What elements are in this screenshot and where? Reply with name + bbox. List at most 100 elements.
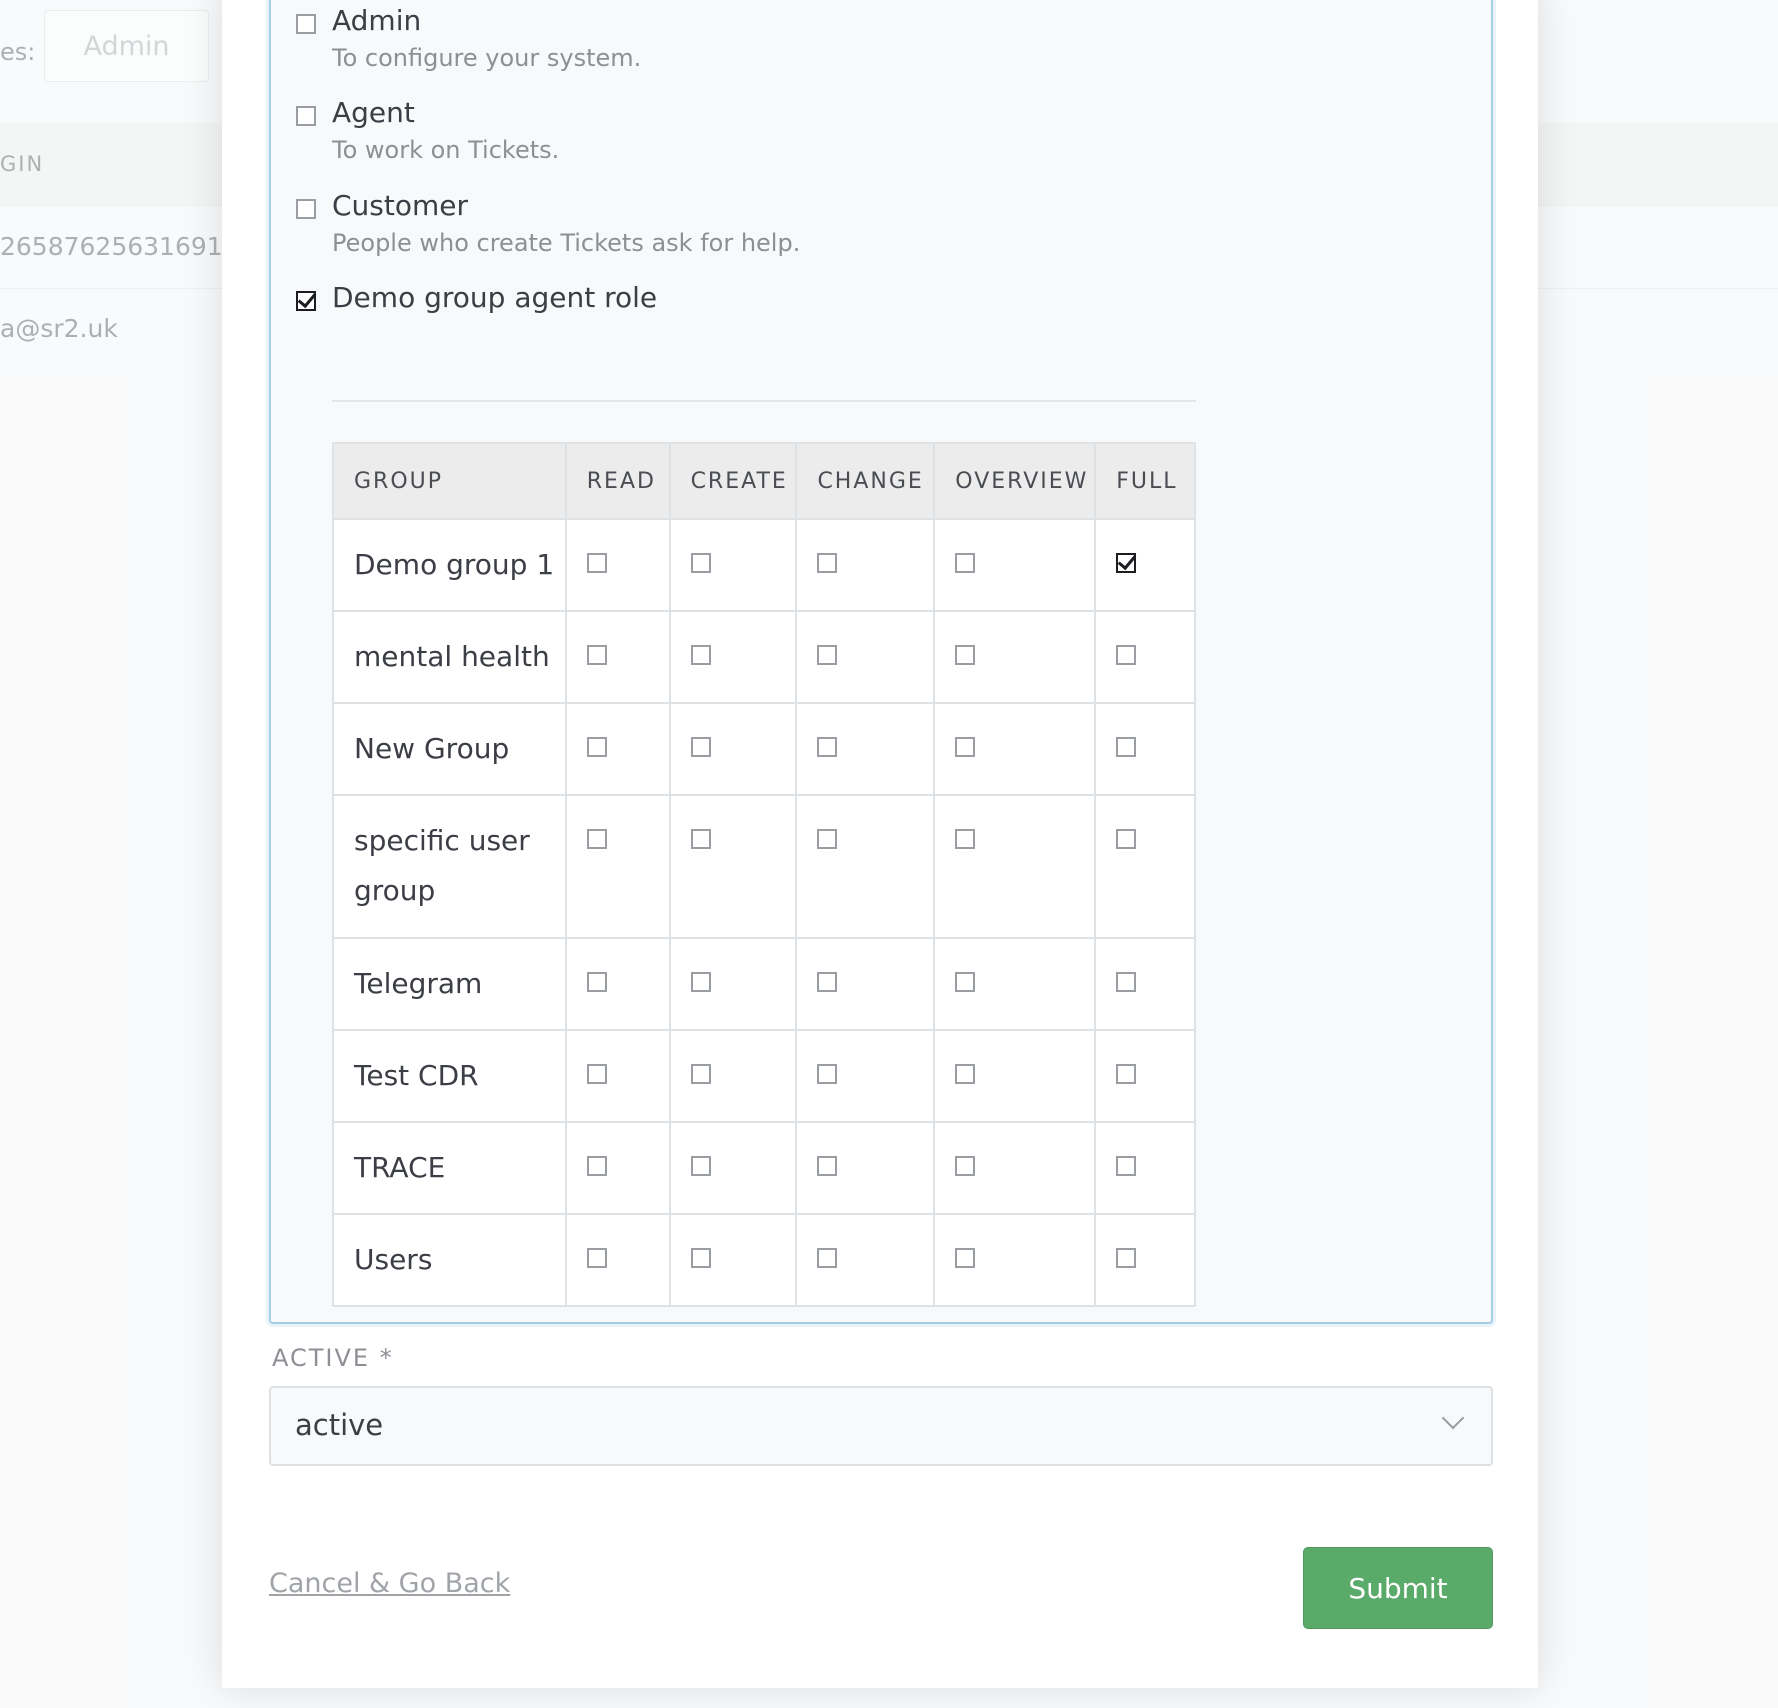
column-header-read: READ [564, 442, 671, 520]
group-permissions-table: GROUP READ CREATE CHANGE OVERVIEW FULL D… [332, 442, 1196, 1307]
checkbox-icon[interactable] [1116, 1247, 1137, 1268]
permission-cell-create [668, 610, 798, 704]
role-description: To work on Tickets. [332, 136, 560, 164]
role-name: Demo group agent role [332, 281, 658, 314]
cancel-link[interactable]: Cancel & Go Back [269, 1568, 510, 1599]
checkbox-icon[interactable] [690, 1247, 711, 1268]
checkbox-icon[interactable] [586, 736, 607, 757]
checkbox-icon[interactable] [296, 106, 316, 126]
permission-cell-change [795, 1029, 936, 1123]
permission-cell-full [1094, 1213, 1196, 1307]
checkbox-icon[interactable] [296, 291, 316, 311]
checkbox-icon[interactable] [817, 828, 838, 849]
checkbox-icon[interactable] [955, 828, 976, 849]
checkbox-icon[interactable] [1116, 736, 1137, 757]
table-row: specific user group [332, 794, 1196, 939]
permission-cell-full [1094, 702, 1196, 796]
permission-cell-change [795, 937, 936, 1031]
checkbox-icon[interactable] [690, 1063, 711, 1084]
checkbox-icon[interactable] [955, 1063, 976, 1084]
checkbox-icon[interactable] [955, 971, 976, 992]
permission-cell-change [795, 610, 936, 704]
checkbox-icon[interactable] [817, 736, 838, 757]
permission-cell-read [564, 1121, 671, 1215]
checkbox-icon[interactable] [296, 14, 316, 34]
checkbox-icon[interactable] [690, 971, 711, 992]
column-header-full: FULL [1094, 442, 1196, 520]
checkbox-icon[interactable] [1116, 828, 1137, 849]
checkbox-icon[interactable] [955, 1247, 976, 1268]
permission-cell-read [564, 518, 671, 612]
permission-cell-change [795, 518, 936, 612]
checkbox-icon[interactable] [586, 552, 607, 573]
permission-cell-full [1094, 610, 1196, 704]
checkbox-icon[interactable] [296, 199, 316, 219]
checkbox-icon[interactable] [690, 552, 711, 573]
table-row: mental health [332, 610, 1196, 704]
checkbox-icon[interactable] [955, 644, 976, 665]
role-name: Agent [332, 96, 415, 129]
checkbox-icon[interactable] [817, 971, 838, 992]
checkbox-icon[interactable] [586, 828, 607, 849]
column-header-create: CREATE [668, 442, 798, 520]
checkbox-icon[interactable] [1116, 1063, 1137, 1084]
permission-cell-overview [933, 610, 1097, 704]
table-row: New Group [332, 702, 1196, 796]
permission-cell-overview [933, 937, 1097, 1031]
permission-cell-overview [933, 794, 1097, 939]
checkbox-icon[interactable] [690, 1155, 711, 1176]
chevron-down-icon [1441, 1406, 1465, 1430]
edit-user-modal: Admin To configure your system. Agent To… [222, 0, 1538, 1688]
checkbox-icon[interactable] [586, 1063, 607, 1084]
permission-cell-full [1094, 937, 1196, 1031]
role-description: To configure your system. [332, 44, 642, 72]
group-name: Test CDR [332, 1029, 567, 1123]
permission-cell-create [668, 518, 798, 612]
permission-cell-read [564, 937, 671, 1031]
checkbox-icon[interactable] [955, 552, 976, 573]
permission-cell-full [1094, 1121, 1196, 1215]
role-name: Customer [332, 189, 469, 222]
checkbox-icon[interactable] [955, 736, 976, 757]
checkbox-icon[interactable] [1116, 971, 1137, 992]
group-name: TRACE [332, 1121, 567, 1215]
role-description: People who create Tickets ask for help. [332, 229, 801, 257]
checkbox-icon[interactable] [586, 644, 607, 665]
modal-body: Admin To configure your system. Agent To… [222, 0, 1538, 1688]
permission-cell-change [795, 702, 936, 796]
checkbox-icon[interactable] [586, 1155, 607, 1176]
checkbox-icon[interactable] [817, 1063, 838, 1084]
group-name: specific user group [332, 794, 567, 939]
checkbox-icon[interactable] [690, 828, 711, 849]
permission-cell-create [668, 794, 798, 939]
table-row: Users [332, 1213, 1196, 1307]
checkbox-icon[interactable] [586, 1247, 607, 1268]
column-header-group: GROUP [332, 442, 567, 520]
checkbox-icon[interactable] [817, 1247, 838, 1268]
checkbox-icon[interactable] [1116, 1155, 1137, 1176]
checkbox-icon[interactable] [955, 1155, 976, 1176]
checkbox-icon[interactable] [817, 1155, 838, 1176]
permission-cell-overview [933, 1029, 1097, 1123]
active-select-value: active [295, 1408, 384, 1442]
checkbox-icon[interactable] [1116, 644, 1137, 665]
permission-cell-change [795, 1213, 936, 1307]
role-name: Admin [332, 4, 422, 37]
checkbox-icon[interactable] [586, 971, 607, 992]
table-header-row: GROUP READ CREATE CHANGE OVERVIEW FULL [332, 442, 1196, 520]
active-select[interactable]: active [269, 1386, 1493, 1466]
permission-cell-create [668, 702, 798, 796]
permission-cell-overview [933, 702, 1097, 796]
permission-cell-read [564, 1213, 671, 1307]
table-row: Demo group 1 [332, 518, 1196, 612]
checkbox-icon[interactable] [817, 552, 838, 573]
submit-button[interactable]: Submit [1303, 1547, 1493, 1629]
checkbox-icon[interactable] [690, 736, 711, 757]
active-field-label: ACTIVE * [272, 1344, 394, 1372]
checkbox-icon[interactable] [690, 644, 711, 665]
group-name: Demo group 1 [332, 518, 567, 612]
checkbox-icon[interactable] [1116, 552, 1137, 573]
divider [332, 400, 1196, 402]
checkbox-icon[interactable] [817, 644, 838, 665]
permission-cell-create [668, 937, 798, 1031]
